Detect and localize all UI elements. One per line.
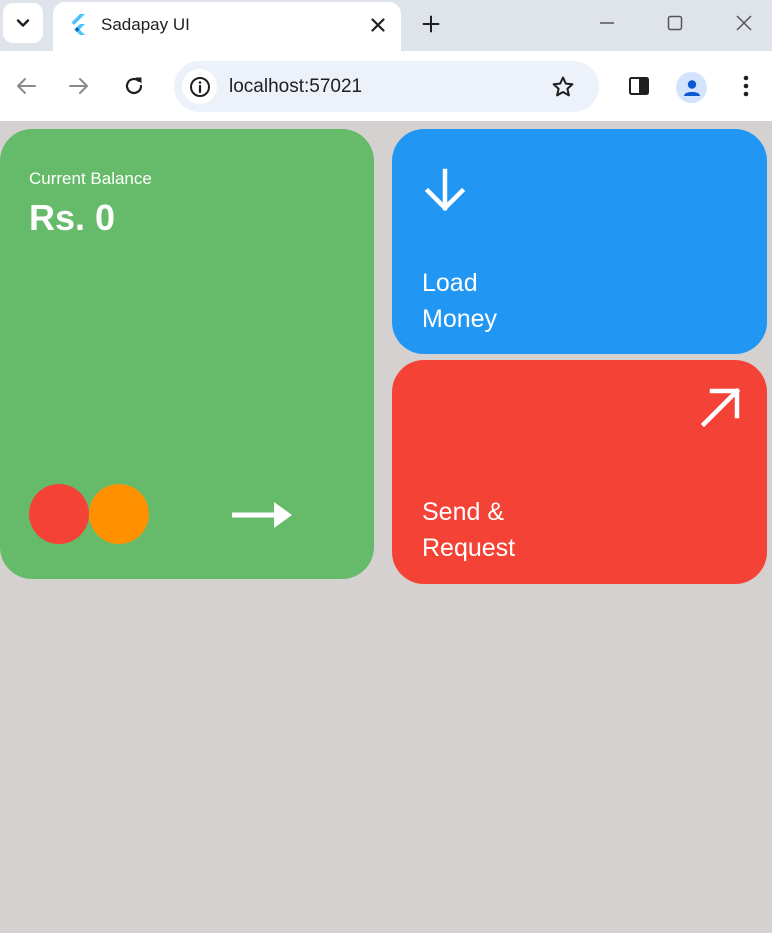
browser-menu-button[interactable] — [730, 69, 762, 103]
star-icon — [552, 76, 574, 97]
profile-button[interactable] — [676, 72, 707, 103]
maximize-icon — [667, 15, 683, 31]
app-content: Current Balance Rs. 0 Load Money Send & … — [0, 123, 772, 933]
close-icon — [371, 18, 385, 32]
send-request-label: Send & Request — [422, 494, 515, 566]
close-tab-button[interactable] — [365, 12, 391, 38]
arrow-back-icon — [17, 78, 36, 94]
flutter-logo-icon — [71, 14, 85, 35]
load-money-label: Load Money — [422, 265, 497, 337]
maximize-button[interactable] — [655, 8, 695, 38]
card-circle-red — [29, 484, 89, 544]
load-money-label-line2: Money — [422, 305, 498, 333]
load-money-label-line1: Load — [422, 269, 478, 297]
url-text[interactable]: localhost:57021 — [229, 76, 362, 98]
browser-toolbar: localhost:57021 — [0, 51, 772, 122]
balance-card[interactable]: Current Balance Rs. 0 — [0, 129, 374, 579]
arrow-forward-icon — [69, 78, 88, 94]
load-money-card[interactable]: Load Money — [392, 129, 767, 354]
browser-tab-strip: Sadapay UI — [0, 0, 772, 51]
reload-button[interactable] — [117, 69, 151, 103]
send-request-label-line2: Request — [422, 534, 516, 562]
site-info-button[interactable] — [182, 69, 217, 104]
minimize-icon — [600, 22, 614, 24]
new-tab-button[interactable] — [414, 7, 448, 41]
arrow-right-icon[interactable] — [230, 499, 294, 531]
arrow-up-right-icon — [700, 387, 741, 428]
reload-icon — [125, 77, 143, 95]
send-request-label-line1: Send & — [422, 498, 505, 526]
tab-search-button[interactable] — [3, 3, 43, 43]
send-request-card[interactable]: Send & Request — [392, 360, 767, 584]
minimize-button[interactable] — [587, 8, 627, 38]
address-bar[interactable]: localhost:57021 — [174, 61, 599, 112]
forward-button[interactable] — [62, 69, 96, 103]
tab-title: Sadapay UI — [101, 15, 190, 34]
side-panel-icon — [629, 77, 649, 95]
close-window-button[interactable] — [724, 8, 764, 38]
avatar-icon — [683, 79, 700, 96]
card-circle-orange — [89, 484, 149, 544]
chevron-down-icon — [16, 19, 30, 27]
back-button[interactable] — [9, 69, 43, 103]
bookmark-button[interactable] — [546, 70, 580, 104]
side-panel-button[interactable] — [622, 69, 656, 103]
arrow-down-icon — [424, 168, 466, 212]
close-icon — [736, 15, 752, 31]
plus-icon — [422, 15, 440, 33]
info-icon — [189, 76, 210, 97]
more-vert-icon — [743, 75, 749, 97]
active-tab[interactable]: Sadapay UI — [53, 2, 401, 51]
balance-amount: Rs. 0 — [29, 197, 116, 238]
balance-label: Current Balance — [29, 169, 152, 188]
